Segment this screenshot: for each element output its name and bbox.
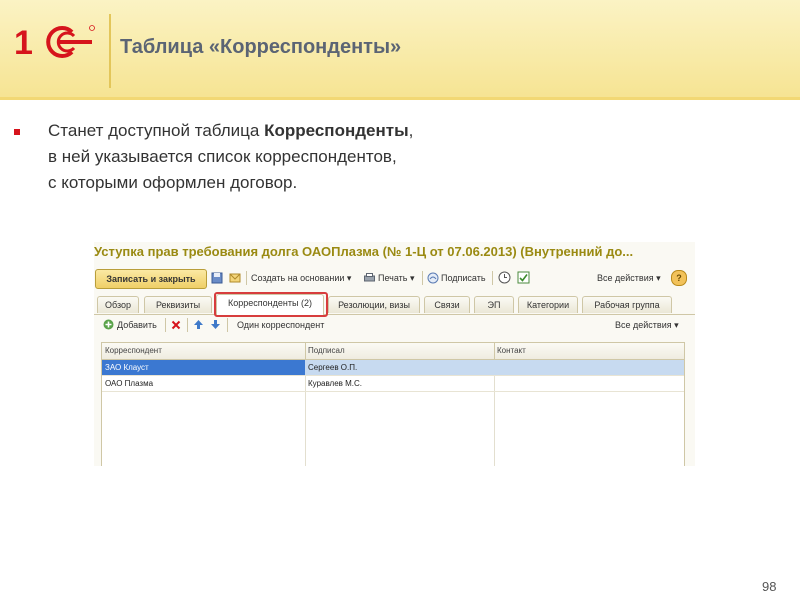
move-down-icon[interactable]	[210, 319, 221, 330]
cell-correspondent[interactable]: ЗАО Клауст	[102, 360, 305, 375]
window-title: Уступка прав требования долга ОАОПлазма …	[94, 244, 634, 259]
1c-logo: 1	[14, 24, 95, 62]
mail-icon[interactable]	[229, 272, 241, 284]
add-icon[interactable]	[103, 319, 114, 330]
toolbar-separator	[492, 271, 493, 285]
table-row[interactable]: ЗАО Клауст Сергеев О.П.	[102, 360, 684, 376]
signature-icon[interactable]	[427, 272, 439, 284]
cell-signed[interactable]: Сергеев О.П.	[305, 360, 494, 375]
one-correspondent-button[interactable]: Один корреспондент	[237, 316, 324, 334]
create-based-button[interactable]: Создать на основании ▾	[251, 269, 351, 287]
all-actions-button[interactable]: Все действия ▾	[597, 269, 661, 287]
toolbar-separator	[227, 318, 228, 332]
chevron-down-icon: ▾	[656, 273, 661, 283]
correspondents-table: Корреспондент Подписал Контакт ЗАО Клаус…	[101, 342, 685, 466]
add-button[interactable]: Добавить	[117, 316, 157, 334]
help-icon[interactable]: ?	[671, 270, 687, 286]
body-line2: в ней указывается список корреспондентов…	[48, 147, 397, 166]
delete-icon[interactable]	[171, 320, 181, 330]
svg-text:1: 1	[14, 24, 33, 62]
tab-links[interactable]: Связи	[424, 296, 470, 313]
table-all-actions-label: Все действия	[615, 320, 672, 330]
cell-contact[interactable]	[494, 360, 684, 375]
tab-categories[interactable]: Категории	[518, 296, 578, 313]
save-icon[interactable]	[211, 272, 223, 284]
print-label: Печать	[378, 273, 408, 283]
body-line1-pre: Станет доступной таблица	[48, 121, 265, 140]
body-line1-bold: Корреспонденты	[264, 121, 409, 140]
header-vertical-divider	[109, 14, 111, 88]
clock-icon[interactable]	[498, 271, 511, 284]
toolbar-separator	[165, 318, 166, 332]
signatures-button[interactable]: Подписать	[441, 269, 486, 287]
tab-overview[interactable]: Обзор	[97, 296, 139, 313]
cell-contact[interactable]	[494, 376, 684, 391]
tab-details[interactable]: Реквизиты	[144, 296, 212, 313]
checklist-icon[interactable]	[517, 271, 530, 284]
chevron-down-icon: ▾	[346, 273, 352, 283]
page-number: 98	[762, 579, 777, 594]
column-header-contact[interactable]: Контакт	[494, 343, 683, 359]
header-divider	[0, 97, 800, 100]
tab-bar: Обзор Реквизиты Корреспонденты (2) Резол…	[94, 294, 695, 315]
document-window: Уступка прав требования долга ОАОПлазма …	[94, 242, 695, 466]
table-header: Корреспондент Подписал Контакт	[102, 343, 684, 360]
save-close-button[interactable]: Записать и закрыть	[95, 269, 207, 289]
print-button[interactable]: Печать ▾	[378, 269, 415, 287]
tab-work-group[interactable]: Рабочая группа	[582, 296, 672, 313]
column-header-correspondent[interactable]: Корреспондент	[102, 343, 306, 359]
cell-signed[interactable]: Куравлев М.С.	[305, 376, 494, 391]
chevron-down-icon: ▾	[410, 273, 415, 283]
toolbar-separator	[187, 318, 188, 332]
body-line1-post: ,	[408, 121, 414, 140]
slide-title: Таблица «Корреспонденты»	[120, 36, 402, 58]
bullet-marker	[14, 129, 20, 135]
move-up-icon[interactable]	[193, 319, 204, 330]
column-header-signed[interactable]: Подписал	[305, 343, 495, 359]
tab-resolutions[interactable]: Резолюции, визы	[328, 296, 420, 313]
toolbar-separator	[246, 271, 247, 285]
body-line3: с которыми оформлен договор.	[48, 173, 298, 192]
main-toolbar: Записать и закрыть Создать на основании …	[94, 269, 695, 289]
printer-icon[interactable]	[364, 273, 375, 283]
table-row[interactable]: ОАО Плазма Куравлев М.С.	[102, 376, 684, 392]
all-actions-label: Все действия	[597, 273, 654, 283]
active-tab-highlight	[214, 292, 328, 317]
tab-digital-signature[interactable]: ЭП	[474, 296, 514, 313]
slide-body: Станет доступной таблица Корреспонденты,…	[48, 118, 568, 196]
toolbar-separator	[422, 271, 423, 285]
cell-correspondent[interactable]: ОАО Плазма	[102, 376, 305, 391]
table-all-actions-button[interactable]: Все действия ▾	[615, 316, 679, 334]
table-toolbar: Добавить Один корреспондент Все действия…	[94, 316, 695, 336]
create-based-label: Создать на основании	[251, 273, 345, 283]
chevron-down-icon: ▾	[674, 320, 679, 330]
